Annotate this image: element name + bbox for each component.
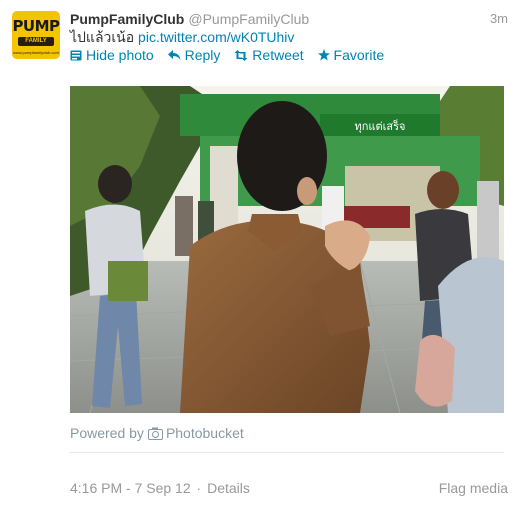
camera-icon — [147, 427, 163, 440]
tweet-timestamp[interactable]: 3m — [490, 10, 508, 28]
retweet-button[interactable]: Retweet — [234, 46, 304, 64]
star-icon — [317, 49, 330, 61]
user-screen-name[interactable]: @PumpFamilyClub — [188, 11, 309, 27]
photo-icon — [70, 50, 82, 61]
tweet-text-body: ไปแล้วเน้อ — [70, 29, 135, 45]
tweet-actions: Hide photo Reply Retweet Favorite — [70, 46, 394, 64]
tweet-datetime[interactable]: 4:16 PM - 7 Sep 12 — [70, 480, 191, 496]
reply-arrow-icon — [167, 50, 181, 60]
retweet-icon — [234, 50, 248, 61]
favorite-label: Favorite — [333, 47, 385, 63]
divider — [70, 452, 504, 453]
media-attribution: Powered by Photobucket — [70, 424, 244, 442]
hide-photo-label: Hide photo — [86, 47, 154, 63]
retweet-label: Retweet — [252, 47, 304, 63]
flag-media-link[interactable]: Flag media — [439, 479, 508, 497]
tweet-meta: 4:16 PM - 7 Sep 12 · Details — [70, 479, 250, 497]
reply-label: Reply — [184, 47, 221, 63]
avatar-logo-url: www.pumpfamilyclub.com — [12, 50, 59, 55]
tweet-text: ไปแล้วเน้อ pic.twitter.com/wK0TUhiv — [70, 28, 294, 46]
reply-button[interactable]: Reply — [167, 46, 221, 64]
tweet-header: PumpFamilyClub @PumpFamilyClub 3m — [70, 10, 508, 28]
avatar[interactable]: PUMP FAMILY CLUB www.pumpfamilyclub.com — [12, 11, 60, 59]
tweet-photo[interactable]: ทุกแต่เสร็จ — [70, 86, 504, 413]
tweet-photo-image: ทุกแต่เสร็จ — [70, 86, 504, 413]
hide-photo-button[interactable]: Hide photo — [70, 46, 154, 64]
tweet-photo-link[interactable]: pic.twitter.com/wK0TUhiv — [138, 29, 294, 45]
favorite-button[interactable]: Favorite — [317, 46, 385, 64]
details-link[interactable]: Details — [207, 480, 250, 496]
powered-by-label: Powered by — [70, 425, 144, 441]
user-full-name[interactable]: PumpFamilyClub — [70, 11, 184, 27]
meta-separator: · — [196, 480, 202, 496]
photo-sign-text: ทุกแต่เสร็จ — [355, 119, 406, 133]
avatar-logo-text: PUMP — [12, 17, 60, 35]
provider-link[interactable]: Photobucket — [166, 425, 244, 441]
tweet-card: PUMP FAMILY CLUB www.pumpfamilyclub.com … — [0, 0, 520, 508]
